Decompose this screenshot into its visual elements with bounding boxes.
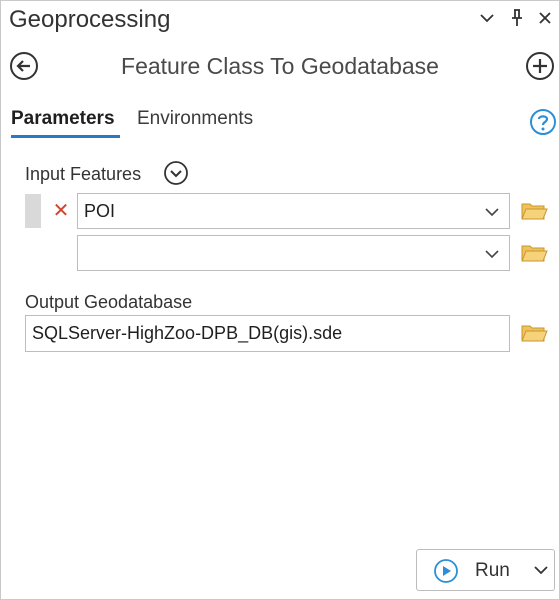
- input-features-label: Input Features: [25, 164, 142, 184]
- pane-titlebar: Geoprocessing: [1, 1, 560, 39]
- circle-arrow-left-icon: [10, 52, 38, 80]
- chevron-down-icon[interactable]: [483, 203, 501, 221]
- help-button[interactable]: [529, 108, 557, 136]
- output-geodatabase-label: Output Geodatabase: [25, 292, 193, 312]
- close-icon[interactable]: [534, 7, 556, 29]
- chevron-down-icon[interactable]: [483, 245, 501, 263]
- input-features-field[interactable]: POI: [77, 193, 510, 229]
- help-circle-icon: [530, 109, 556, 135]
- expand-parameter-button[interactable]: [163, 160, 189, 186]
- play-icon: [434, 559, 458, 583]
- input-features-field-empty[interactable]: [77, 235, 510, 271]
- chevron-down-icon[interactable]: [533, 562, 549, 578]
- pane-title: Geoprocessing: [9, 6, 171, 33]
- folder-icon: [521, 325, 548, 342]
- active-tab-indicator: [11, 135, 120, 138]
- tool-title: Feature Class To Geodatabase: [121, 53, 439, 79]
- tab-environments[interactable]: Environments: [137, 108, 253, 130]
- run-button[interactable]: Run: [416, 549, 555, 591]
- add-button[interactable]: [525, 51, 555, 81]
- circle-chevron-down-icon: [164, 161, 188, 185]
- output-geodatabase-value: SQLServer-HighZoo-DPB_DB(gis).sde: [32, 323, 343, 343]
- output-geodatabase-field[interactable]: SQLServer-HighZoo-DPB_DB(gis).sde: [25, 315, 510, 352]
- input-features-value: POI: [84, 200, 116, 221]
- browse-folder-button[interactable]: [519, 321, 549, 345]
- back-button[interactable]: [9, 51, 39, 81]
- circle-plus-icon: [526, 52, 554, 80]
- run-label: Run: [475, 560, 510, 581]
- folder-icon: [521, 203, 548, 220]
- row-drag-handle[interactable]: [25, 194, 41, 228]
- browse-folder-button[interactable]: [519, 199, 549, 223]
- tab-parameters[interactable]: Parameters: [11, 108, 115, 130]
- remove-row-button[interactable]: ✕: [51, 200, 71, 222]
- folder-icon: [521, 245, 548, 262]
- geoprocessing-pane: Geoprocessing Feature Class To Geodataba…: [0, 0, 560, 600]
- pin-icon[interactable]: [506, 7, 528, 29]
- chevron-down-icon[interactable]: [476, 7, 498, 29]
- browse-folder-button[interactable]: [519, 241, 549, 265]
